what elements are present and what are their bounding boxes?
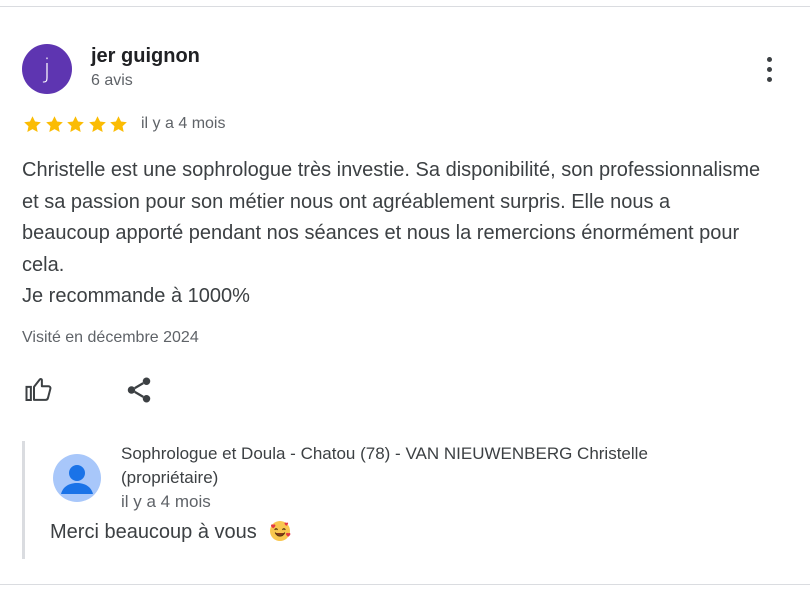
smiling-face-with-hearts-icon [268, 519, 292, 549]
star-icon [87, 112, 109, 136]
review-paragraph: Christelle est une sophrologue très inve… [22, 159, 761, 276]
share-icon [127, 377, 151, 403]
star-icon [22, 112, 44, 136]
avatar[interactable]: j [22, 44, 72, 94]
author-name[interactable]: jer guignon [91, 45, 200, 68]
person-icon [61, 465, 93, 494]
review-text: Christelle est une sophrologue très inve… [22, 155, 762, 313]
owner-name: Sophrologue et Doula - Chatou (78) - VAN… [121, 444, 648, 487]
more-vert-icon-dot [767, 77, 772, 82]
star-icon [65, 112, 87, 136]
star-icon [108, 112, 130, 136]
owner-avatar [53, 454, 101, 502]
thumb-up-icon [25, 378, 52, 401]
like-button[interactable] [22, 373, 56, 407]
more-options-button[interactable] [756, 54, 784, 86]
reply-date: il y a 4 mois [121, 492, 211, 511]
star-icon [44, 112, 66, 136]
more-vert-icon-dot [767, 67, 772, 72]
more-vert-icon [767, 57, 772, 62]
review-date: il y a 4 mois [141, 115, 226, 132]
share-button[interactable] [122, 373, 156, 407]
top-divider [0, 6, 810, 7]
bottom-divider [0, 584, 810, 585]
author-review-count: 6 avis [91, 72, 133, 89]
review-paragraph: Je recommande à 1000% [22, 285, 250, 307]
reply-text-label: Merci beaucoup à vous [50, 521, 257, 543]
reply-text: Merci beaucoup à vous [50, 519, 292, 549]
visit-date: Visité en décembre 2024 [22, 329, 199, 346]
star-rating [22, 112, 130, 136]
avatar-initial: j [43, 54, 51, 84]
owner-reply: Sophrologue et Doula - Chatou (78) - VAN… [22, 441, 785, 559]
